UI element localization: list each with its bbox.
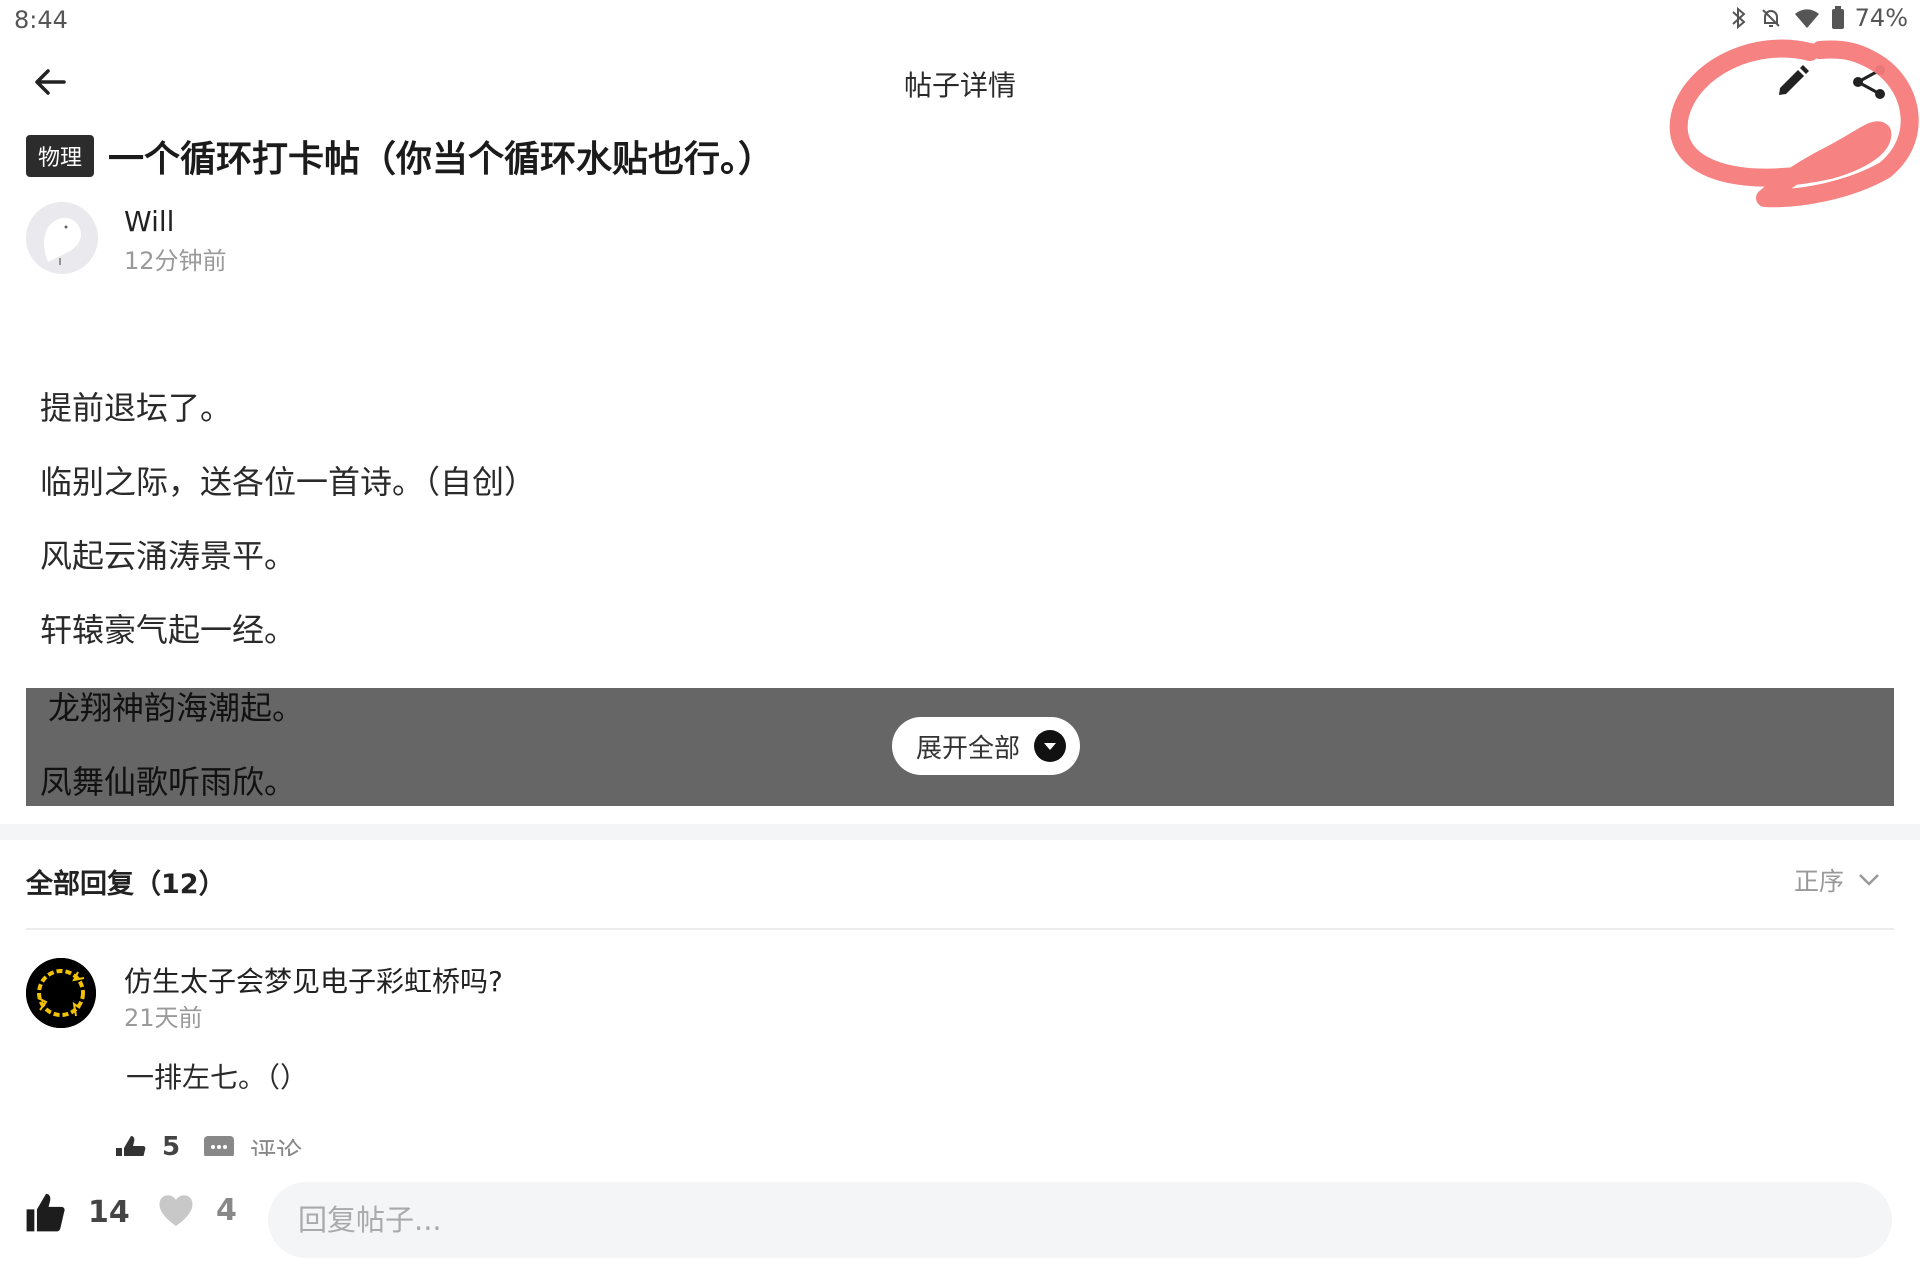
status-time: 8:44 xyxy=(14,6,68,34)
like-count: 14 xyxy=(88,1194,130,1230)
reply-like-count: 5 xyxy=(162,1132,181,1156)
expand-all-button[interactable]: 展开全部 xyxy=(892,717,1081,775)
comment-icon xyxy=(204,1136,235,1156)
sort-button[interactable]: 正序 xyxy=(1794,862,1880,898)
page-title: 帖子详情 xyxy=(903,69,1016,102)
reply-input[interactable] xyxy=(268,1182,1892,1258)
content-line: 龙翔神韵海潮起。 xyxy=(48,689,305,727)
status-icons: 74% xyxy=(1729,4,1908,32)
author-name[interactable]: Will xyxy=(124,205,174,238)
post-title-row: 物理 一个循环打卡帖（你当个循环水贴也行。） xyxy=(26,130,774,182)
wifi-icon xyxy=(1794,9,1819,28)
pencil-icon xyxy=(1779,65,1809,95)
edit-button[interactable] xyxy=(1772,62,1812,102)
share-button[interactable] xyxy=(1850,62,1890,102)
bluetooth-icon xyxy=(1731,6,1746,30)
divider xyxy=(26,928,1894,930)
heart-icon xyxy=(159,1195,193,1226)
chevron-down-icon xyxy=(1859,874,1879,886)
post-title: 一个循环打卡帖（你当个循环水贴也行。） xyxy=(108,139,775,180)
reply-text: 一排左七。（） xyxy=(126,1061,309,1094)
reply-actions: 5 评论 xyxy=(114,1132,302,1156)
replies-title: 全部回复（12） xyxy=(26,869,226,900)
chevron-down-icon xyxy=(1034,730,1067,762)
post-favorite-button[interactable]: 4 xyxy=(156,1190,237,1230)
expand-all-label: 展开全部 xyxy=(916,733,1021,764)
content-line: 凤舞仙歌听雨欣。 xyxy=(40,763,297,801)
content-line: 提前退坛了。 xyxy=(40,389,233,427)
post-time: 12分钟前 xyxy=(124,247,227,275)
sort-label: 正序 xyxy=(1793,867,1844,896)
favorite-count: 4 xyxy=(216,1192,237,1228)
reply-time: 21天前 xyxy=(124,1004,203,1032)
reply-like-button[interactable]: 5 xyxy=(114,1132,180,1156)
author-avatar[interactable] xyxy=(26,202,98,274)
post-detail-screen: 8:44 74% 帖子详情 物理 一个循环打卡帖（你当个循环水贴也行。） Wil… xyxy=(0,0,1920,1280)
content-line: 轩辕豪气起一经。 xyxy=(40,611,297,649)
eclipse-avatar-icon xyxy=(26,958,96,1028)
battery-percent: 74% xyxy=(1854,4,1908,32)
reply-comment-button[interactable]: 评论 xyxy=(202,1132,302,1156)
reply-comment-label: 评论 xyxy=(250,1138,303,1156)
hand-drawn-circle-annotation xyxy=(1669,39,1919,208)
reply-author[interactable]: 仿生太子会梦见电子彩虹桥吗? xyxy=(124,960,503,1000)
share-icon xyxy=(1853,65,1885,99)
battery-icon xyxy=(1831,6,1844,29)
thumbs-up-icon xyxy=(26,1193,65,1232)
thumbs-up-icon xyxy=(116,1136,146,1156)
content-line: 风起云涌涛景平。 xyxy=(40,537,297,575)
notifications-off-icon xyxy=(1761,9,1780,27)
reply-avatar[interactable] xyxy=(26,958,96,1028)
ghost-avatar-icon xyxy=(44,217,82,265)
content-line: 临别之际，送各位一首诗。（自创） xyxy=(40,463,537,501)
post-like-button[interactable]: 14 xyxy=(24,1190,130,1234)
section-divider xyxy=(0,824,1920,840)
category-tag[interactable]: 物理 xyxy=(26,135,95,177)
post-content: 提前退坛了。 临别之际，送各位一首诗。（自创） 风起云涌涛景平。 轩辕豪气起一经… xyxy=(40,388,1880,684)
